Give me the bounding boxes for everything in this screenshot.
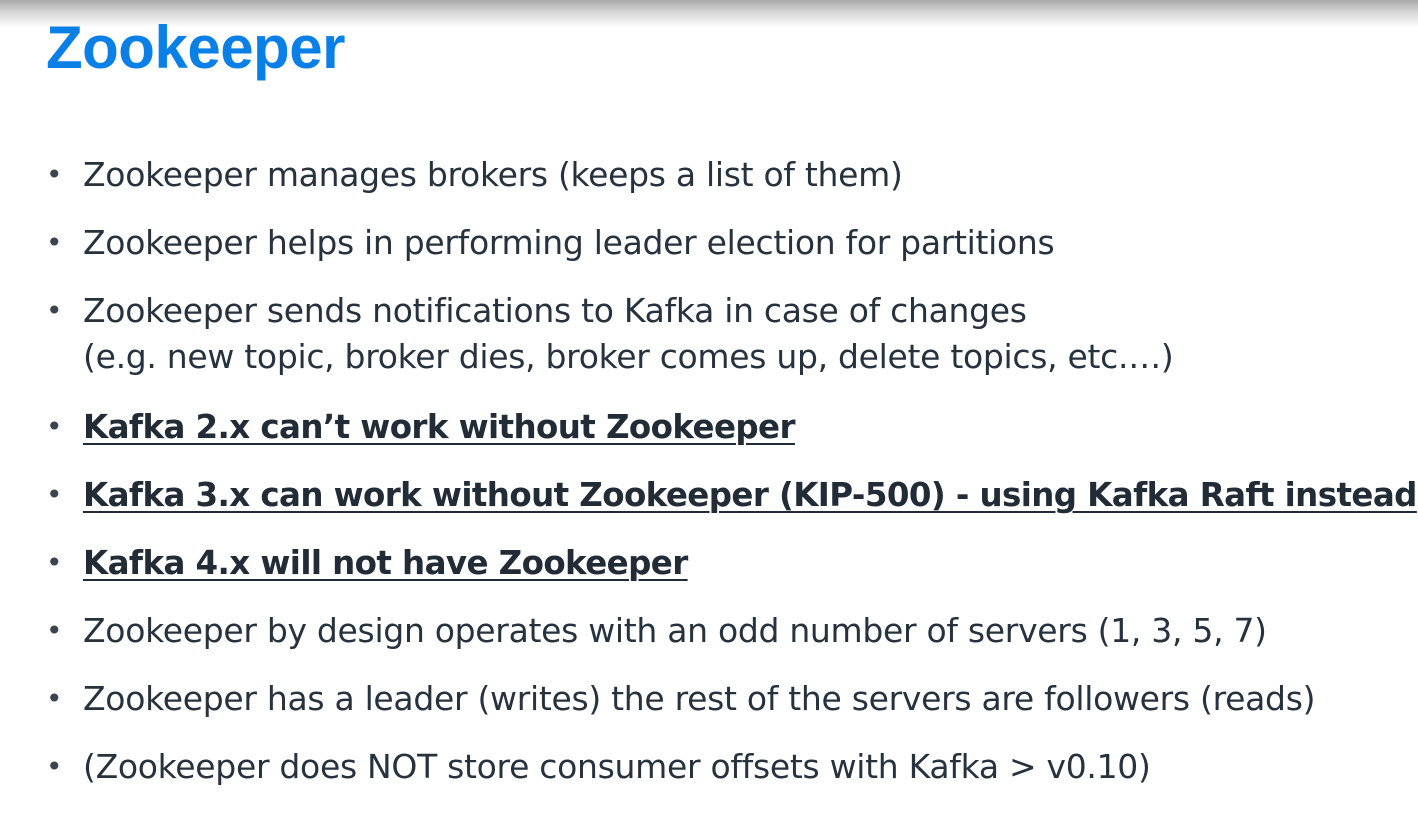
bullet-text: (Zookeeper does NOT store consumer offse… — [83, 747, 1151, 786]
bullet-icon: • — [46, 478, 63, 511]
bullet-icon: • — [46, 158, 63, 191]
bullet-text: Kafka 2.x can’t work without Zookeeper — [83, 408, 796, 446]
bullet-text-multiline: Zookeeper sends notifications to Kafka i… — [83, 288, 1174, 380]
bullet-item-emphasis: • Kafka 2.x can’t work without Zookeeper — [46, 404, 1406, 450]
bullet-text-line-2: (e.g. new topic, broker dies, broker com… — [83, 337, 1174, 376]
bullet-item: • Zookeeper manages brokers (keeps a lis… — [46, 152, 1406, 198]
bullet-text: Zookeeper manages brokers (keeps a list … — [83, 155, 903, 194]
bullet-text: Zookeeper helps in performing leader ele… — [83, 223, 1055, 262]
bullet-item: • Zookeeper sends notifications to Kafka… — [46, 288, 1406, 380]
bullet-item: • Zookeeper by design operates with an o… — [46, 608, 1406, 654]
bullet-item-emphasis: • Kafka 3.x can work without Zookeeper (… — [46, 472, 1417, 518]
bullet-text-line-1: Zookeeper sends notifications to Kafka i… — [83, 291, 1027, 330]
bullet-list: • Zookeeper manages brokers (keeps a lis… — [0, 0, 1418, 822]
bullet-item-emphasis: • Kafka 4.x will not have Zookeeper — [46, 540, 1406, 586]
bullet-icon: • — [46, 546, 63, 579]
bullet-text: Kafka 3.x can work without Zookeeper (KI… — [83, 476, 1417, 514]
bullet-icon: • — [46, 410, 63, 443]
bullet-icon: • — [46, 750, 63, 783]
bullet-item: • (Zookeeper does NOT store consumer off… — [46, 744, 1406, 790]
bullet-text: Kafka 4.x will not have Zookeeper — [83, 544, 688, 582]
bullet-icon: • — [46, 682, 63, 715]
bullet-icon: • — [46, 294, 63, 327]
bullet-text: Zookeeper by design operates with an odd… — [83, 611, 1267, 650]
bullet-text: Zookeeper has a leader (writes) the rest… — [83, 679, 1316, 718]
bullet-item: • Zookeeper has a leader (writes) the re… — [46, 676, 1406, 722]
bullet-item: • Zookeeper helps in performing leader e… — [46, 220, 1406, 266]
bullet-icon: • — [46, 614, 63, 647]
bullet-icon: • — [46, 226, 63, 259]
